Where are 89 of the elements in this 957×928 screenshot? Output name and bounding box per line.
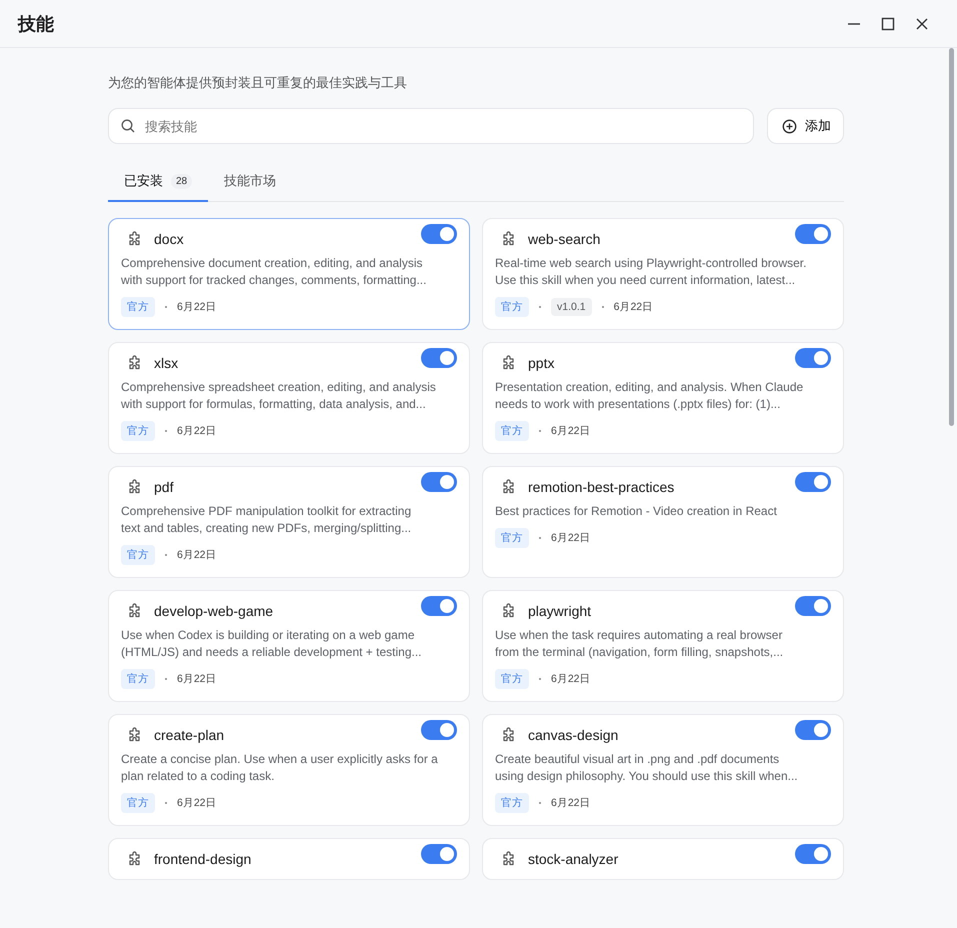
date-label: 6月22日	[551, 531, 591, 545]
window-title: 技能	[18, 12, 55, 36]
skill-card[interactable]: playwright Use when the task requires automating a real browser from the terminal (navigation, form filling, snapshots,... 官方 6月22日	[482, 590, 844, 702]
subtitle: 为您的智能体提供预封装且可重复的最佳实践与工具	[108, 74, 408, 92]
skill-name: develop-web-game	[154, 603, 274, 619]
date-label: 6月22日	[177, 424, 217, 438]
puzzle-icon	[501, 603, 516, 619]
toggle-switch[interactable]	[795, 348, 831, 368]
skill-name: pdf	[154, 479, 174, 495]
skill-card[interactable]: remotion-best-practices Best practices for Remotion - Video creation in React 官方 6月22日	[482, 466, 844, 578]
puzzle-icon	[501, 851, 516, 867]
source-tag: 官方	[121, 297, 155, 317]
search-icon	[121, 119, 135, 133]
puzzle-icon	[501, 479, 516, 495]
toggle-switch[interactable]	[421, 348, 457, 368]
toggle-switch[interactable]	[421, 720, 457, 740]
skill-card[interactable]: docx Comprehensive document creation, editing, and analysis with support for tracked changes, comments, formatting... 官方 6月22日	[108, 218, 470, 330]
skill-card[interactable]: develop-web-game Use when Codex is building or iterating on a web game (HTML/JS) and needs a reliable development + testing... 官方 6月22日	[108, 590, 470, 702]
date-label: 6月22日	[551, 672, 591, 686]
date-label: 6月22日	[177, 300, 217, 314]
date-label: 6月22日	[177, 796, 217, 810]
skill-name: playwright	[528, 603, 592, 619]
skill-name: docx	[154, 231, 185, 247]
date-label: 6月22日	[551, 796, 591, 810]
skill-card[interactable]: web-search Real-time web search using Playwright-controlled browser. Use this skill when you need current information, latest... 官方 v1.0.1 6月22日	[482, 218, 844, 330]
puzzle-icon	[501, 231, 516, 247]
skill-card[interactable]: canvas-design Create beautiful visual art in .png and .pdf documents using design philosophy. You should use this skill when... 官方 6月22日	[482, 714, 844, 826]
skill-name: remotion-best-practices	[528, 479, 676, 495]
skill-description: Comprehensive PDF manipulation toolkit for extracting text and tables, creating new PDFs, merging/splitting...	[121, 503, 412, 537]
source-tag: 官方	[495, 793, 529, 813]
skill-name: pptx	[528, 355, 556, 371]
skill-description: Create beautiful visual art in .png and .pdf documents using design philosophy. You should use this skill when...	[495, 751, 799, 785]
skill-card[interactable]: stock-analyzer	[482, 838, 844, 880]
toggle-switch[interactable]	[795, 720, 831, 740]
skill-card[interactable]: pptx Presentation creation, editing, and analysis. When Claude needs to work with presentations (.pptx files) for: (1)... 官方 6月22日	[482, 342, 844, 454]
skill-name: web-search	[528, 231, 602, 247]
date-label: 6月22日	[551, 424, 591, 438]
source-tag: 官方	[121, 421, 155, 441]
toggle-switch[interactable]	[795, 596, 831, 616]
puzzle-icon	[127, 479, 142, 495]
skill-description: Use when the task requires automating a real browser from the terminal (navigation, form filling, snapshots,...	[495, 627, 784, 661]
count-badge: 28	[171, 174, 192, 188]
tab[interactable]: 技能市场	[208, 164, 292, 202]
skill-description: Presentation creation, editing, and analysis. When Claude needs to work with presentations (.pptx files) for: (1)...	[495, 379, 804, 413]
puzzle-icon	[501, 727, 516, 743]
source-tag: 官方	[121, 545, 155, 565]
source-tag: 官方	[495, 528, 529, 548]
source-tag: 官方	[121, 793, 155, 813]
source-tag: 官方	[495, 421, 529, 441]
toggle-switch[interactable]	[421, 596, 457, 616]
puzzle-icon	[501, 355, 516, 371]
source-tag: 官方	[495, 669, 529, 689]
toggle-switch[interactable]	[795, 844, 831, 864]
skill-card[interactable]: frontend-design	[108, 838, 470, 880]
plus-circle-icon	[782, 118, 797, 134]
skill-name: xlsx	[154, 355, 180, 371]
skill-description: Best practices for Remotion - Video creation in React	[495, 503, 778, 520]
skill-description: Use when Codex is building or iterating on a web game (HTML/JS) and needs a reliable development + testing...	[121, 627, 422, 661]
skill-card[interactable]: create-plan Create a concise plan. Use when a user explicitly asks for a plan related to a coding task. 官方 6月22日	[108, 714, 470, 826]
toggle-switch[interactable]	[421, 224, 457, 244]
skill-name: create-plan	[154, 727, 226, 743]
skill-card[interactable]: pdf Comprehensive PDF manipulation toolkit for extracting text and tables, creating new PDFs, merging/splitting... 官方 6月22日	[108, 466, 470, 578]
source-tag: 官方	[121, 669, 155, 689]
toggle-switch[interactable]	[795, 472, 831, 492]
date-label: 6月22日	[177, 672, 217, 686]
puzzle-icon	[127, 355, 142, 371]
add-button[interactable]: 添加	[767, 108, 844, 144]
puzzle-icon	[127, 603, 142, 619]
puzzle-icon	[127, 231, 142, 247]
source-tag: 官方	[495, 297, 529, 317]
skill-name: stock-analyzer	[528, 851, 620, 867]
skill-card[interactable]: xlsx Comprehensive spreadsheet creation, editing, and analysis with support for formulas, formatting, data analysis, and... 官方 6月22日	[108, 342, 470, 454]
toggle-switch[interactable]	[421, 844, 457, 864]
toggle-switch[interactable]	[795, 224, 831, 244]
search-field[interactable]: 搜索技能	[108, 108, 754, 144]
tab[interactable]: 已安装 28	[108, 164, 208, 202]
skill-description: Real-time web search using Playwright-controlled browser. Use this skill when you need current information, latest...	[495, 255, 808, 289]
skill-description: Comprehensive spreadsheet creation, editing, and analysis with support for formulas, formatting, data analysis, and...	[121, 379, 437, 413]
skill-description: Create a concise plan. Use when a user explicitly asks for a plan related to a coding task.	[121, 751, 439, 785]
skill-description: Comprehensive document creation, editing, and analysis with support for tracked changes, comments, formatting...	[121, 255, 428, 289]
skill-name: canvas-design	[528, 727, 620, 743]
puzzle-icon	[127, 727, 142, 743]
version-tag: v1.0.1	[551, 298, 592, 316]
toggle-switch[interactable]	[421, 472, 457, 492]
scrollbar[interactable]	[949, 48, 954, 426]
date-label: 6月22日	[177, 548, 217, 562]
skill-name: frontend-design	[154, 851, 252, 867]
puzzle-icon	[127, 851, 142, 867]
date-label: 6月22日	[614, 300, 654, 314]
